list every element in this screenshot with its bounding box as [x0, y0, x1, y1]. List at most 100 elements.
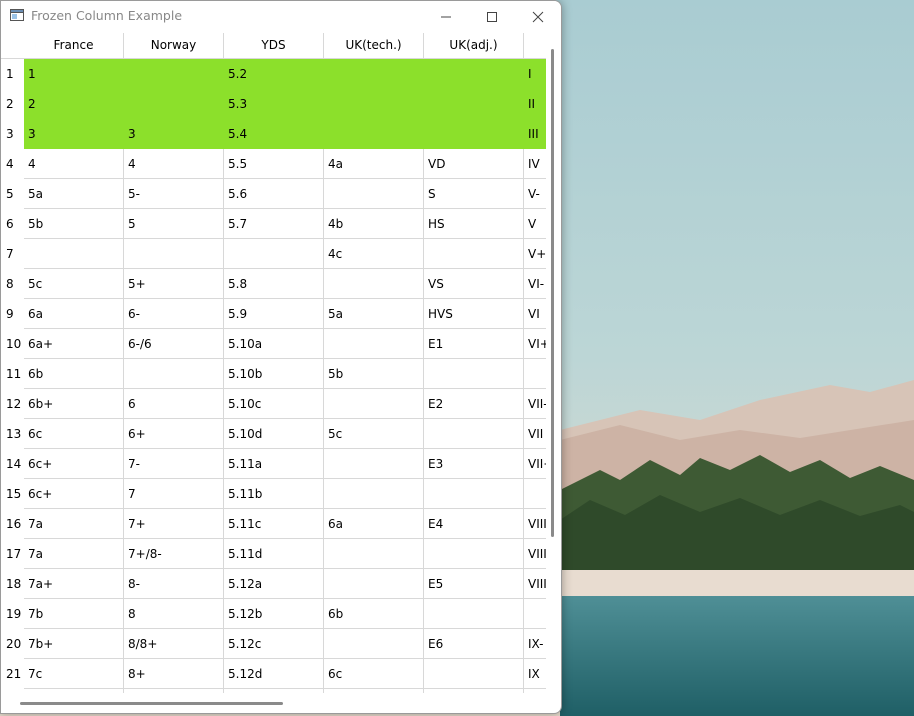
vertical-scroll-thumb[interactable]: [551, 49, 554, 537]
row-header[interactable]: 18: [1, 569, 24, 599]
table-cell[interactable]: 8: [124, 599, 224, 629]
table-cell[interactable]: [324, 479, 424, 509]
table-cell[interactable]: 6a: [24, 299, 124, 329]
table-cell[interactable]: 6b: [324, 599, 424, 629]
table-cell[interactable]: VII-: [524, 389, 546, 419]
table-cell[interactable]: 7-: [124, 449, 224, 479]
row-header[interactable]: 2: [1, 89, 24, 119]
table-cell[interactable]: [324, 119, 424, 149]
table-cell[interactable]: 3: [124, 119, 224, 149]
table-cell[interactable]: 5-: [124, 179, 224, 209]
close-button[interactable]: [515, 1, 561, 32]
table-cell[interactable]: VIII-: [524, 509, 546, 539]
table-cell[interactable]: HS: [424, 209, 524, 239]
table-cell[interactable]: 5.10d: [224, 419, 324, 449]
table-cell[interactable]: 7a+: [24, 569, 124, 599]
table-cell[interactable]: [124, 359, 224, 389]
table-cell[interactable]: [224, 239, 324, 269]
table-cell[interactable]: 4b: [324, 209, 424, 239]
table-cell[interactable]: E6: [424, 629, 524, 659]
table-cell[interactable]: [324, 89, 424, 119]
table-cell[interactable]: 5.11c: [224, 509, 324, 539]
table-cell[interactable]: 5.3: [224, 89, 324, 119]
table-cell[interactable]: 4: [24, 149, 124, 179]
table-cell[interactable]: 5.12c: [224, 629, 324, 659]
table-cell[interactable]: 6+: [124, 419, 224, 449]
table-cell[interactable]: IX-: [524, 629, 546, 659]
table-cell[interactable]: [424, 539, 524, 569]
table-cell[interactable]: [124, 239, 224, 269]
table-cell[interactable]: 6c: [24, 419, 124, 449]
table-cell[interactable]: HVS: [424, 299, 524, 329]
table-cell[interactable]: 5c: [24, 269, 124, 299]
table-cell[interactable]: VD: [424, 149, 524, 179]
table-cell[interactable]: 8/8+: [124, 629, 224, 659]
table-cell[interactable]: VS: [424, 269, 524, 299]
table-cell[interactable]: 5.8: [224, 269, 324, 299]
row-header[interactable]: 17: [1, 539, 24, 569]
table-cell[interactable]: 6: [124, 389, 224, 419]
table-cell[interactable]: VIII: [524, 539, 546, 569]
table-cell[interactable]: VIII+: [524, 569, 546, 599]
table-cell[interactable]: 5.10a: [224, 329, 324, 359]
table-cell[interactable]: [424, 119, 524, 149]
row-header[interactable]: 4: [1, 149, 24, 179]
column-header[interactable]: UK(adj.): [424, 33, 524, 59]
table-cell[interactable]: IX: [524, 659, 546, 689]
table-cell[interactable]: E5: [424, 569, 524, 599]
table-cell[interactable]: 5a: [324, 299, 424, 329]
table-cell[interactable]: 2: [24, 89, 124, 119]
table-corner[interactable]: [1, 33, 25, 59]
table-cell[interactable]: [324, 569, 424, 599]
table-cell[interactable]: [324, 629, 424, 659]
table-cell[interactable]: [424, 479, 524, 509]
row-header[interactable]: 12: [1, 389, 24, 419]
column-header[interactable]: Norway: [124, 33, 224, 59]
table-cell[interactable]: 7+: [124, 509, 224, 539]
table-cell[interactable]: 5.12d: [224, 659, 324, 689]
row-header[interactable]: 19: [1, 599, 24, 629]
table-cell[interactable]: 7+/8-: [124, 539, 224, 569]
table-cell[interactable]: VI-: [524, 269, 546, 299]
table-cell[interactable]: V-: [524, 179, 546, 209]
row-header[interactable]: 16: [1, 509, 24, 539]
table-cell[interactable]: 7a: [24, 509, 124, 539]
table-cell[interactable]: [324, 389, 424, 419]
table-cell[interactable]: 6c+: [24, 479, 124, 509]
table-cell[interactable]: III: [524, 119, 546, 149]
table-cell[interactable]: [124, 89, 224, 119]
table-cell[interactable]: 5.11d: [224, 539, 324, 569]
table-cell[interactable]: 5.6: [224, 179, 324, 209]
table-cell[interactable]: 5.10b: [224, 359, 324, 389]
title-bar[interactable]: Frozen Column Example: [1, 1, 561, 32]
table-cell[interactable]: [324, 329, 424, 359]
table-cell[interactable]: VI+: [524, 329, 546, 359]
table-cell[interactable]: [424, 599, 524, 629]
table-cell[interactable]: [124, 59, 224, 89]
table-cell[interactable]: 6c+: [24, 449, 124, 479]
table-cell[interactable]: 6b+: [24, 389, 124, 419]
column-header[interactable]: UK(tech.): [324, 33, 424, 59]
table-cell[interactable]: 5.12b: [224, 599, 324, 629]
table-cell[interactable]: II: [524, 89, 546, 119]
row-header[interactable]: 10: [1, 329, 24, 359]
row-header[interactable]: 15: [1, 479, 24, 509]
table-cell[interactable]: 6-: [124, 299, 224, 329]
table-cell[interactable]: S: [424, 179, 524, 209]
table-cell[interactable]: 6-/6: [124, 329, 224, 359]
table-cell[interactable]: E3: [424, 449, 524, 479]
table-cell[interactable]: [424, 239, 524, 269]
table-cell[interactable]: [424, 59, 524, 89]
table-cell[interactable]: [324, 179, 424, 209]
table-cell[interactable]: 7a: [24, 539, 124, 569]
row-header[interactable]: 14: [1, 449, 24, 479]
table-cell[interactable]: [324, 59, 424, 89]
table-cell[interactable]: 6b: [24, 359, 124, 389]
table-cell[interactable]: [324, 539, 424, 569]
table-cell[interactable]: 7b: [24, 599, 124, 629]
row-header[interactable]: 20: [1, 629, 24, 659]
table-cell[interactable]: 7: [124, 479, 224, 509]
table-cell[interactable]: [424, 89, 524, 119]
column-header[interactable]: UIAA: [524, 33, 546, 59]
row-header[interactable]: 6: [1, 209, 24, 239]
